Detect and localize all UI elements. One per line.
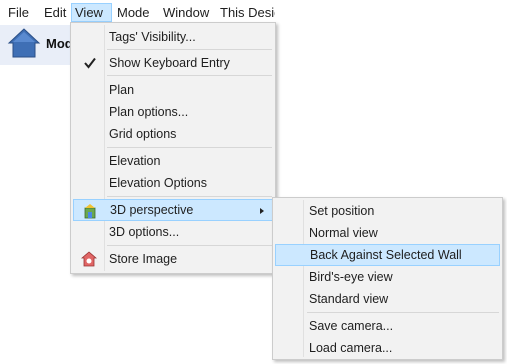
menu-separator <box>307 312 499 313</box>
submenu-arrow-icon <box>260 208 264 214</box>
menu-item-label: Plan <box>109 83 135 97</box>
menu-item-label: Normal view <box>309 226 378 240</box>
menu-item-label: Bird's-eye view <box>309 270 393 284</box>
menu-item-normal-view[interactable]: Normal view <box>275 222 500 244</box>
menu-item-label: Store Image <box>109 252 178 266</box>
menu-separator <box>107 196 272 197</box>
menu-item-label: Grid options <box>109 127 177 141</box>
menu-item-elevation[interactable]: Elevation <box>73 150 273 172</box>
menu-item-label: Elevation Options <box>109 176 207 190</box>
toolbar-label: Mod <box>46 36 73 51</box>
menu-item-store-image[interactable]: Store Image <box>73 248 273 270</box>
menu-window[interactable]: Window <box>160 3 212 22</box>
menu-item-label: Save camera... <box>309 319 394 333</box>
menu-view[interactable]: View <box>71 3 112 22</box>
menu-item-label: Back Against Selected Wall <box>310 248 462 262</box>
menu-separator <box>107 147 272 148</box>
menu-file[interactable]: File <box>5 3 32 22</box>
view-menu: Tags' Visibility... Show Keyboard Entry … <box>70 22 276 274</box>
menu-item-load-camera[interactable]: Load camera... <box>275 337 500 359</box>
menu-item-label: Tags' Visibility... <box>109 30 196 44</box>
perspective-submenu: Set position Normal view Back Against Se… <box>272 197 503 360</box>
menu-item-birds-eye-view[interactable]: Bird's-eye view <box>275 266 500 288</box>
store-image-icon <box>81 251 97 267</box>
menu-item-label: Standard view <box>309 292 389 306</box>
menu-item-plan[interactable]: Plan <box>73 79 273 101</box>
menu-edit[interactable]: Edit <box>41 3 69 22</box>
menu-item-standard-view[interactable]: Standard view <box>275 288 500 310</box>
menu-item-show-keyboard-entry[interactable]: Show Keyboard Entry <box>73 52 273 74</box>
menu-item-plan-options[interactable]: Plan options... <box>73 101 273 123</box>
menu-separator <box>107 75 272 76</box>
menu-item-label: Load camera... <box>309 341 393 355</box>
menu-item-elevation-options[interactable]: Elevation Options <box>73 172 273 194</box>
menu-separator <box>107 245 272 246</box>
menu-item-3d-perspective[interactable]: 3D perspective <box>73 199 273 221</box>
menu-mode[interactable]: Mode <box>114 3 153 22</box>
menu-this-design[interactable]: This Desig <box>217 3 275 22</box>
menu-item-label: Plan options... <box>109 105 189 119</box>
menu-item-set-position[interactable]: Set position <box>275 200 500 222</box>
home-icon[interactable] <box>7 26 41 60</box>
menu-item-tags-visibility[interactable]: Tags' Visibility... <box>73 26 273 48</box>
menu-item-label: 3D perspective <box>110 203 194 217</box>
menu-item-label: Show Keyboard Entry <box>109 56 230 70</box>
menu-item-save-camera[interactable]: Save camera... <box>275 315 500 337</box>
perspective-icon <box>84 204 96 219</box>
menu-item-back-against-selected-wall[interactable]: Back Against Selected Wall <box>275 244 500 266</box>
menu-item-label: Elevation <box>109 154 161 168</box>
checkmark-icon <box>84 57 96 69</box>
menu-item-label: Set position <box>309 204 375 218</box>
menu-item-3d-options[interactable]: 3D options... <box>73 221 273 243</box>
menu-item-grid-options[interactable]: Grid options <box>73 123 273 145</box>
menu-separator <box>107 49 272 50</box>
menu-item-label: 3D options... <box>109 225 180 239</box>
